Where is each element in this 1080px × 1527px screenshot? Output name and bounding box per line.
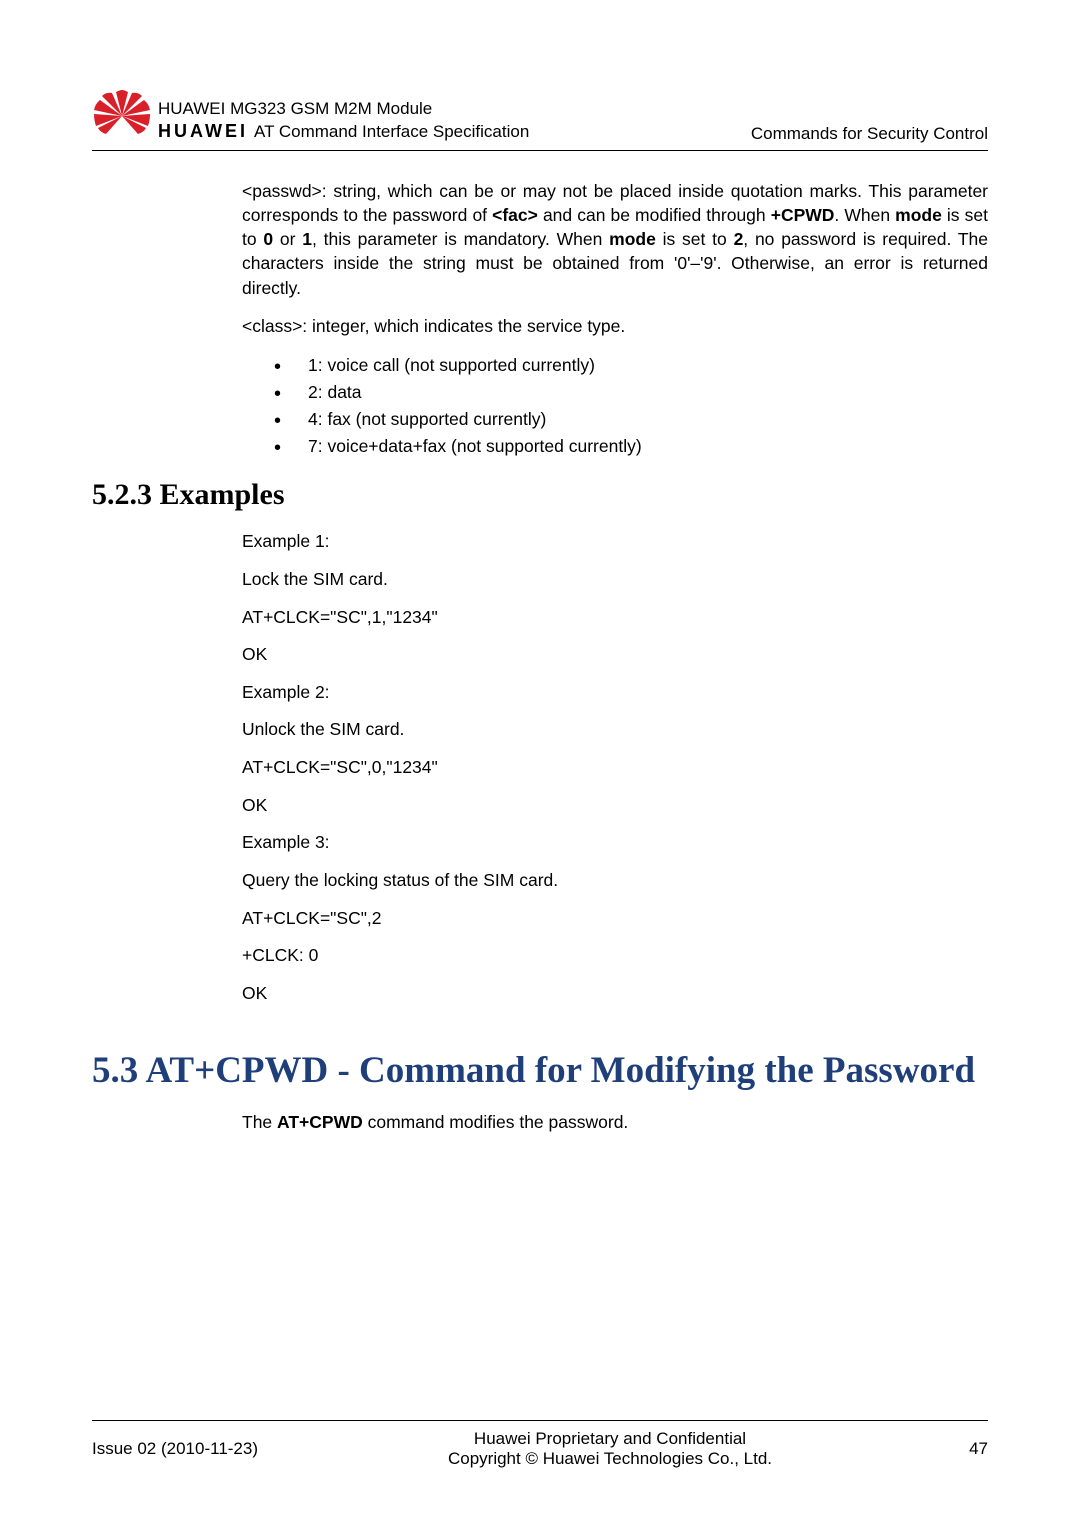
mode-bold: mode [609,229,656,249]
text: and can be modified through [538,205,771,225]
text: is set to [656,229,734,249]
doc-title-1: HUAWEI MG323 GSM M2M Module [158,98,529,121]
example-line: OK [242,794,988,818]
two-bold: 2 [734,229,744,249]
text: command modifies the password. [363,1112,629,1132]
list-item: 2: data [274,379,988,406]
example-line: Example 3: [242,831,988,855]
example-line: Example 1: [242,530,988,554]
footer-line-1: Huawei Proprietary and Confidential [292,1429,928,1449]
huawei-logo-icon [92,90,152,146]
example-line: Lock the SIM card. [242,568,988,592]
text: The [242,1112,277,1132]
text: , this parameter is mandatory. When [312,229,609,249]
footer-line-2: Copyright © Huawei Technologies Co., Ltd… [292,1449,928,1469]
body-content: <passwd>: string, which can be or may no… [92,179,988,1134]
example-line: Query the locking status of the SIM card… [242,869,988,893]
example-line: AT+CLCK="SC",0,"1234" [242,756,988,780]
example-line: OK [242,982,988,1006]
header-titles: HUAWEI MG323 GSM M2M Module HUAWEI AT Co… [158,98,529,146]
class-paragraph: <class>: integer, which indicates the se… [242,314,988,338]
footer-issue: Issue 02 (2010-11-23) [92,1439,292,1459]
atcpwd-bold: AT+CPWD [277,1112,363,1132]
brand-text: HUAWEI [158,121,248,142]
example-line: AT+CLCK="SC",1,"1234" [242,606,988,630]
page-footer: Issue 02 (2010-11-23) Huawei Proprietary… [92,1420,988,1469]
footer-center: Huawei Proprietary and Confidential Copy… [292,1429,928,1469]
example-line: Unlock the SIM card. [242,718,988,742]
one-bold: 1 [302,229,312,249]
cpwd-paragraph: The AT+CPWD command modifies the passwor… [242,1110,988,1134]
example-line: Example 2: [242,681,988,705]
zero-bold: 0 [263,229,273,249]
mode-bold: mode [895,205,942,225]
page-header: HUAWEI MG323 GSM M2M Module HUAWEI AT Co… [92,90,988,151]
text: . When [834,205,895,225]
section-5-2-3-heading: 5.2.3 Examples [92,478,988,512]
doc-title-2: AT Command Interface Specification [254,121,529,144]
header-right: Commands for Security Control [751,124,988,146]
class-list: 1: voice call (not supported currently) … [274,352,988,461]
section-5-3-heading: 5.3 AT+CPWD - Command for Modifying the … [92,1051,988,1092]
list-item: 4: fax (not supported currently) [274,406,988,433]
example-line: +CLCK: 0 [242,944,988,968]
cpwd-bold: +CPWD [771,205,835,225]
page-number: 47 [928,1439,988,1459]
list-item: 1: voice call (not supported currently) [274,352,988,379]
fac-bold: <fac> [492,205,538,225]
text: or [273,229,302,249]
example-line: AT+CLCK="SC",2 [242,907,988,931]
example-line: OK [242,643,988,667]
list-item: 7: voice+data+fax (not supported current… [274,433,988,460]
header-left: HUAWEI MG323 GSM M2M Module HUAWEI AT Co… [92,90,529,146]
passwd-paragraph: <passwd>: string, which can be or may no… [242,179,988,300]
